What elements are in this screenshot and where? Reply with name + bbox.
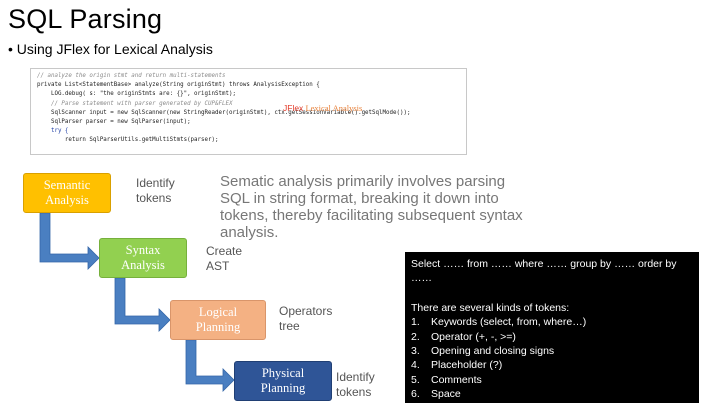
stage-physical-planning: Physical Planning — [234, 361, 332, 401]
token-panel: Select …… from …… where …… group by …… o… — [405, 252, 699, 403]
stage-syntax-analysis-label: Syntax Analysis — [121, 243, 165, 272]
token-num: 3. — [411, 345, 420, 358]
stage-syntax-analysis: Syntax Analysis — [99, 238, 187, 278]
token-list-item: 5. Comments — [411, 373, 693, 387]
token-text: Space — [431, 388, 461, 401]
stage-note-semantic: Identify tokens — [136, 176, 175, 205]
token-intro: There are several kinds of tokens: — [411, 301, 570, 314]
token-num: 5. — [411, 373, 420, 386]
token-num: 6. — [411, 388, 420, 401]
stage-note-physical: Identify tokens — [336, 370, 375, 399]
token-text: Comments — [431, 373, 482, 386]
stage-logical-planning-label: Logical Planning — [195, 305, 241, 334]
token-list-item: 3. Opening and closing signs — [411, 344, 693, 358]
token-num: 2. — [411, 330, 420, 343]
stage-semantic-analysis: Semantic Analysis — [23, 173, 111, 213]
arrow-1 — [39, 212, 100, 270]
token-text: Keywords (select, from, where…) — [431, 316, 587, 329]
arrow-2 — [114, 277, 171, 332]
stage-logical-planning: Logical Planning — [170, 300, 266, 340]
token-text: Opening and closing signs — [431, 345, 555, 358]
token-num: 1. — [411, 316, 420, 329]
token-num: 4. — [411, 359, 420, 372]
token-list-item: 1. Keywords (select, from, where…) — [411, 315, 693, 329]
token-list-item: 6. Space — [411, 387, 693, 401]
token-text: Placeholder (?) — [431, 359, 503, 372]
arrow-3 — [185, 339, 235, 392]
token-text: Operator (+, -, >=) — [431, 330, 516, 343]
token-list-item: 2. Operator (+, -, >=) — [411, 330, 693, 344]
stage-note-syntax: Create AST — [206, 244, 243, 273]
token-list: 1. Keywords (select, from, where…) 2. Oper… — [411, 315, 693, 401]
semantic-description: Sematic analysis primarily involves pars… — [220, 173, 523, 241]
stage-semantic-analysis-label: Semantic Analysis — [43, 178, 91, 207]
token-list-item: 4. Placeholder (?) — [411, 358, 693, 372]
token-query-example: Select …… from …… where …… group by …… o… — [411, 258, 677, 285]
stage-note-logical: Operators tree — [279, 304, 333, 333]
stage-physical-planning-label: Physical Planning — [260, 366, 306, 395]
